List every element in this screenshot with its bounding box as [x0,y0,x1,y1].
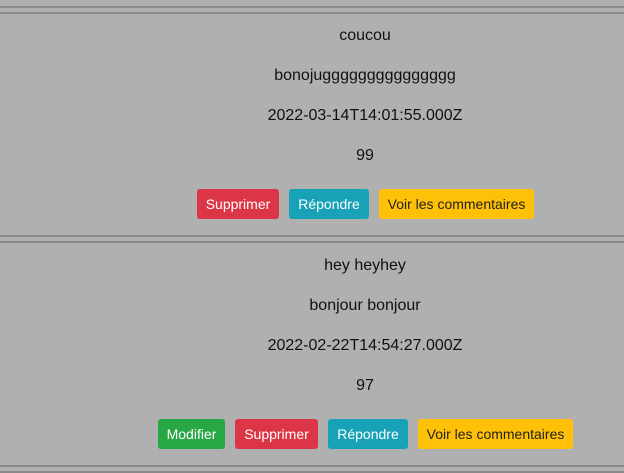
delete-button[interactable]: Supprimer [235,419,318,449]
post-title: hey heyhey [324,257,406,274]
post-content: bonojuggggggggggggggg [274,67,456,84]
post-date: 2022-03-14T14:01:55.000Z [267,107,463,124]
reply-button[interactable]: Répondre [328,419,408,449]
divider [0,235,624,237]
reply-button[interactable]: Répondre [289,189,369,219]
post-count: 99 [356,147,374,164]
edit-button[interactable]: Modifier [158,419,225,449]
post-content: bonjour bonjour [309,297,421,314]
view-comments-button[interactable]: Voir les commentaires [379,189,534,219]
posts-page: coucou bonojuggggggggggggggg 2022-03-14T… [0,0,624,473]
divider [0,6,624,8]
post-title: coucou [339,27,391,44]
delete-button[interactable]: Supprimer [197,189,279,219]
view-comments-button[interactable]: Voir les commentaires [418,419,573,449]
divider [0,12,624,14]
post-date: 2022-02-22T14:54:27.000Z [267,337,463,354]
divider [0,465,624,467]
divider [0,241,624,243]
post-count: 97 [356,377,374,394]
